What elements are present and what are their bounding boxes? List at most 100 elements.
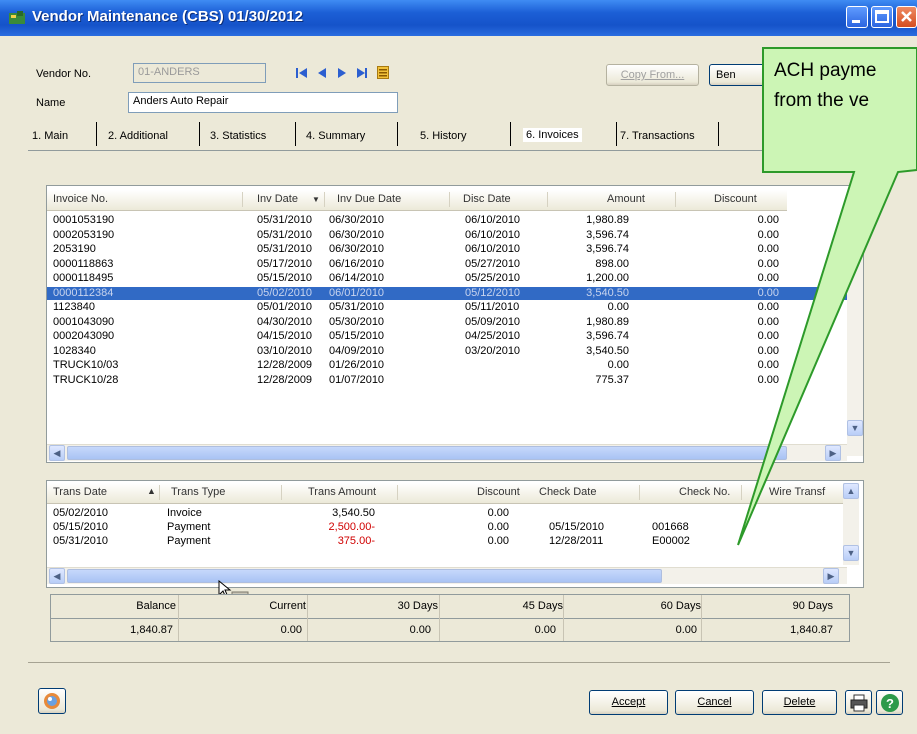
invoice-cell: 05/31/2010	[329, 301, 385, 313]
title-bar: Vendor Maintenance (CBS) 01/30/2012	[0, 0, 917, 36]
name-field[interactable]: Anders Auto Repair	[128, 92, 398, 113]
app-icon	[9, 11, 25, 24]
record-navigation	[296, 66, 395, 82]
col-trans-date[interactable]: Trans Date	[53, 486, 107, 498]
col-trans-discount[interactable]: Discount	[477, 486, 520, 498]
scroll-up-icon[interactable]: ▲	[843, 483, 859, 499]
col-invoice-no[interactable]: Invoice No.	[53, 193, 108, 205]
vendor-no-field[interactable]: 01-ANDERS	[133, 63, 266, 83]
invoice-cell: 0000118863	[53, 257, 114, 270]
tab-divider	[510, 122, 511, 146]
invoice-cell: 06/30/2010	[329, 214, 385, 226]
transaction-row[interactable]: 05/15/2010 Payment 2,500.00- 0.00 05/15/2010…	[47, 521, 837, 534]
invoice-cell: 0.00	[757, 228, 779, 241]
invoice-cell: 0001053190	[53, 214, 115, 226]
tab-label: 3. Statistics	[210, 130, 267, 142]
invoice-row[interactable]: 1028340 03/10/2010 04/09/2010 03/20/2010 3,5…	[47, 345, 847, 358]
invoice-row[interactable]: 1123840 05/01/2010 05/31/2010 05/11/2010 0.0…	[47, 301, 847, 314]
next-record-icon[interactable]	[337, 67, 347, 82]
invoices-hscroll[interactable]: ◀ ▶	[47, 444, 847, 461]
invoice-row[interactable]: 0000118495 05/15/2010 06/14/2010 05/25/2010…	[47, 272, 847, 285]
invoice-row[interactable]: TRUCK10/28 12/28/2009 01/07/2010 775.37 0.00	[47, 374, 847, 387]
invoice-row[interactable]: 0001053190 05/31/2010 06/30/2010 06/10/2010…	[47, 214, 847, 227]
invoice-row[interactable]: 0001043090 04/30/2010 05/30/2010 05/09/2010…	[47, 316, 847, 329]
invoice-cell: 01/26/2010	[329, 359, 385, 371]
tab-divider	[199, 122, 200, 146]
col-inv-due-date[interactable]: Inv Due Date	[337, 193, 401, 205]
transactions-vscroll[interactable]: ▲ ▼	[843, 483, 859, 565]
col-wire-transfer[interactable]: Wire Transf	[769, 486, 825, 498]
invoice-cell: 12/28/2009	[257, 359, 313, 371]
accept-button[interactable]: Accept	[589, 690, 668, 715]
tab-history[interactable]: 5. History	[420, 130, 466, 142]
invoice-row[interactable]: 2053190 05/31/2010 06/30/2010 06/10/2010 3,5…	[47, 243, 847, 256]
lookup-list-icon[interactable]	[377, 66, 390, 82]
col-disc-date[interactable]: Disc Date	[463, 193, 511, 205]
aging-45-value: 0.00	[534, 624, 556, 636]
aging-divider	[178, 595, 179, 641]
minimize-button[interactable]	[846, 6, 868, 28]
scroll-left-icon[interactable]: ◀	[49, 445, 65, 461]
scroll-down-icon[interactable]: ▼	[847, 420, 863, 436]
help-globe-button[interactable]	[38, 688, 66, 714]
aging-90-label: 90 Days	[792, 600, 833, 612]
tab-transactions[interactable]: 7. Transactions	[620, 130, 695, 142]
invoice-cell: 3,596.74	[586, 243, 629, 255]
col-inv-date[interactable]: Inv Date	[257, 193, 298, 205]
invoice-cell: 05/27/2010	[465, 257, 521, 270]
invoice-row[interactable]: TRUCK10/03 12/28/2009 01/26/2010 0.00 0.00	[47, 359, 847, 372]
bene-button[interactable]: Ben	[709, 64, 769, 86]
scroll-down-icon[interactable]: ▼	[843, 545, 859, 561]
previous-record-icon[interactable]	[317, 67, 327, 82]
col-amount[interactable]: Amount	[607, 193, 645, 205]
tab-additional[interactable]: 2. Additional	[108, 130, 168, 142]
col-check-date[interactable]: Check Date	[539, 486, 596, 498]
scroll-right-icon[interactable]: ▶	[823, 568, 839, 584]
cancel-button[interactable]: Cancel	[675, 690, 754, 715]
invoice-cell: 05/31/2010	[257, 243, 313, 255]
invoice-cell: 06/30/2010	[329, 243, 385, 255]
tab-statistics[interactable]: 3. Statistics	[210, 130, 266, 142]
last-record-icon[interactable]	[356, 67, 368, 82]
help-button[interactable]: ?	[876, 690, 903, 715]
invoice-cell: 05/15/2010	[257, 272, 313, 284]
scroll-left-icon[interactable]: ◀	[49, 568, 65, 584]
col-divider	[397, 485, 398, 500]
tab-divider	[616, 122, 617, 146]
transactions-hscroll-thumb[interactable]	[67, 569, 662, 583]
invoice-cell: 05/31/2010	[257, 214, 313, 226]
invoice-cell: 898.00	[595, 257, 629, 270]
invoice-cell: 0.00	[757, 330, 779, 342]
invoice-cell: 2053190	[53, 243, 96, 255]
invoices-hscroll-thumb[interactable]	[67, 446, 787, 460]
transaction-cell: 05/02/2010	[53, 507, 109, 519]
copy-from-button[interactable]: Copy From...	[606, 64, 699, 86]
col-discount[interactable]: Discount	[714, 193, 757, 205]
col-check-no[interactable]: Check No.	[679, 486, 730, 498]
invoices-vscroll[interactable]	[847, 206, 863, 456]
delete-button[interactable]: Delete	[762, 690, 837, 715]
name-label: Name	[36, 97, 66, 109]
invoice-row[interactable]: 0000118863 05/17/2010 06/16/2010 05/27/2010…	[47, 258, 847, 271]
invoice-cell: 775.37	[595, 373, 629, 386]
maximize-button[interactable]	[871, 6, 893, 28]
col-trans-type[interactable]: Trans Type	[171, 486, 225, 498]
transaction-row[interactable]: 05/02/2010 Invoice 3,540.50 0.00	[47, 507, 837, 520]
close-button[interactable]	[896, 6, 917, 28]
print-button[interactable]	[845, 690, 872, 715]
col-trans-amount[interactable]: Trans Amount	[308, 486, 376, 498]
invoice-row[interactable]: 0002053190 05/31/2010 06/30/2010 06/10/2010…	[47, 229, 847, 242]
invoice-row[interactable]: 0000112384 05/02/2010 06/01/2010 05/12/2010…	[47, 286, 847, 300]
invoice-row[interactable]: 0002043090 04/15/2010 05/15/2010 04/25/2010…	[47, 330, 847, 343]
scroll-right-icon[interactable]: ▶	[825, 445, 841, 461]
first-record-icon[interactable]	[296, 67, 308, 82]
tab-label: 1. Main	[32, 130, 69, 142]
invoice-cell: 3,540.50	[586, 344, 629, 357]
transaction-row[interactable]: 05/31/2010 Payment 375.00- 0.00 12/28/2011 E0…	[47, 535, 837, 548]
transactions-hscroll[interactable]: ◀ ▶	[47, 567, 847, 584]
invoice-cell: 0.00	[757, 257, 779, 270]
tab-summary[interactable]: 4. Summary	[306, 130, 365, 142]
tab-main[interactable]: 1. Main	[32, 130, 68, 142]
tab-invoices[interactable]: 6. Invoices	[523, 128, 582, 142]
aging-divider	[439, 595, 440, 641]
